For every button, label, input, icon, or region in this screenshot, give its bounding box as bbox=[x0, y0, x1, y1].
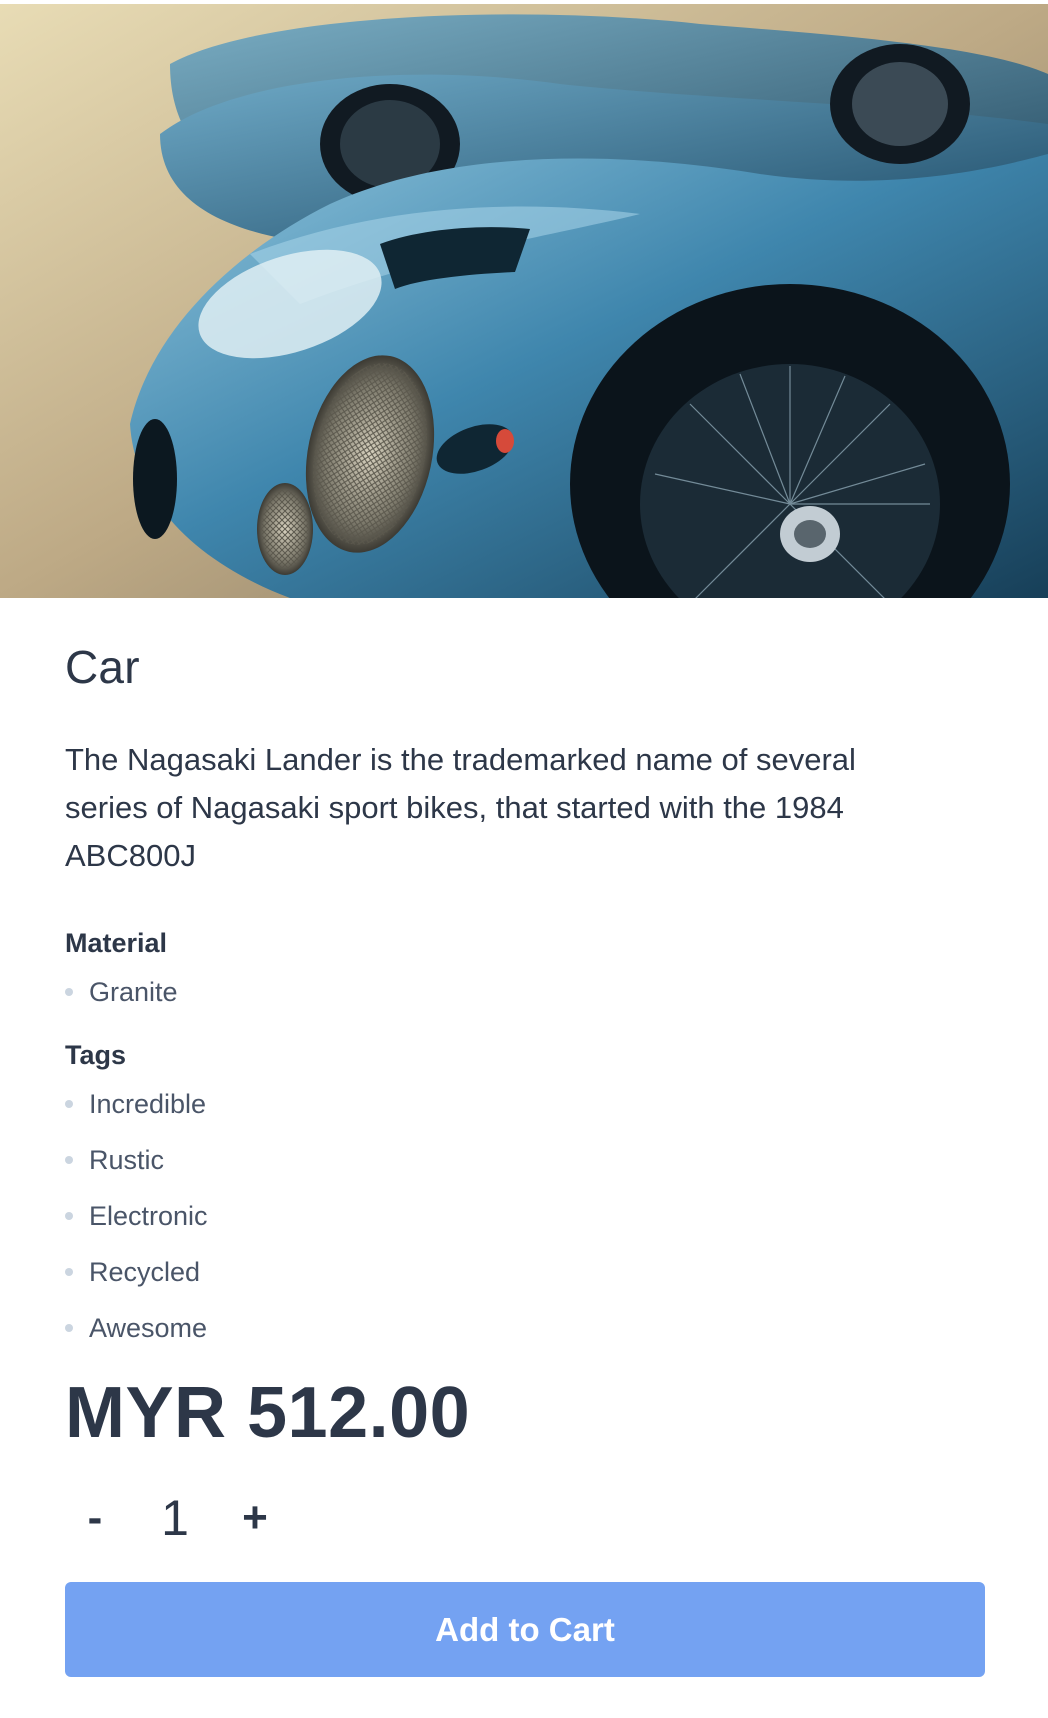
bullet-icon bbox=[65, 1100, 73, 1108]
bullet-icon bbox=[65, 1212, 73, 1220]
bullet-icon bbox=[65, 988, 73, 996]
add-to-cart-button[interactable]: Add to Cart bbox=[65, 1582, 985, 1677]
tag-label: Rustic bbox=[89, 1145, 165, 1175]
list-item: Rustic bbox=[65, 1132, 208, 1188]
tags-heading: Tags bbox=[65, 1040, 127, 1070]
decrement-button[interactable]: - bbox=[65, 1483, 125, 1553]
bullet-icon bbox=[65, 1268, 73, 1276]
material-heading: Material bbox=[65, 928, 168, 958]
increment-button[interactable]: + bbox=[225, 1483, 285, 1553]
quantity-value: 1 bbox=[161, 1490, 189, 1546]
product-image bbox=[0, 4, 1048, 598]
list-item: Incredible bbox=[65, 1076, 208, 1132]
list-item: Recycled bbox=[65, 1244, 208, 1300]
product-title: Car bbox=[65, 641, 140, 693]
material-list: Granite bbox=[65, 964, 178, 1020]
tag-label: Incredible bbox=[89, 1089, 207, 1119]
bullet-icon bbox=[65, 1156, 73, 1164]
material-label: Granite bbox=[89, 977, 178, 1007]
tag-label: Electronic bbox=[89, 1201, 208, 1231]
tag-label: Awesome bbox=[89, 1313, 208, 1343]
list-item: Electronic bbox=[65, 1188, 208, 1244]
product-price: MYR 512.00 bbox=[65, 1373, 471, 1453]
tag-label: Recycled bbox=[89, 1257, 201, 1287]
list-item: Awesome bbox=[65, 1300, 208, 1356]
product-card: Car The Nagasaki Lander is the trademark… bbox=[0, 0, 1048, 1718]
tags-list: Incredible Rustic Electronic Recycled Aw… bbox=[65, 1076, 208, 1356]
product-description: The Nagasaki Lander is the trademarked n… bbox=[65, 742, 856, 873]
list-item: Granite bbox=[65, 964, 178, 1020]
quantity-stepper: - 1 + bbox=[65, 1478, 285, 1558]
bullet-icon bbox=[65, 1324, 73, 1332]
